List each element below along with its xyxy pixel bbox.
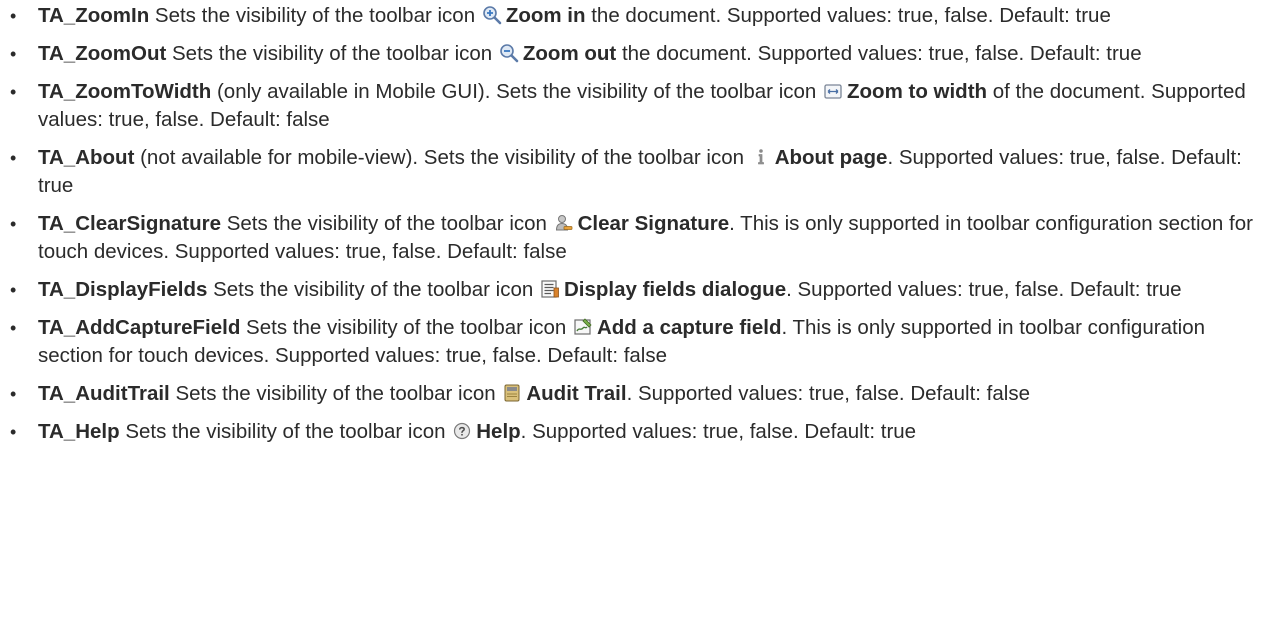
parameter-list: TA_ZoomIn Sets the visibility of the too… — [0, 2, 1262, 456]
list-item-ta-zoomtowidth: TA_ZoomToWidth (only available in Mobile… — [0, 78, 1262, 134]
zoom-out-icon — [499, 43, 519, 63]
param-name: TA_ZoomIn — [38, 4, 150, 27]
action-name: Add a capture field — [596, 316, 782, 339]
display-fields-icon — [540, 279, 560, 299]
action-name: Zoom out — [522, 42, 617, 65]
param-text: (not available for mobile-view). Sets th… — [134, 146, 750, 169]
param-name: TA_ClearSignature — [38, 212, 222, 235]
param-text: Sets the visibility of the toolbar icon — [207, 278, 539, 301]
help-icon — [452, 421, 472, 441]
list-item-ta-displayfields: TA_DisplayFields Sets the visibility of … — [0, 276, 1262, 304]
action-name: Zoom to width — [847, 80, 988, 103]
action-name: Zoom in — [505, 4, 586, 27]
zoom-to-width-icon — [823, 81, 843, 101]
action-name: Display fields dialogue — [563, 278, 787, 301]
list-item-ta-zoomout: TA_ZoomOut Sets the visibility of the to… — [0, 40, 1262, 68]
param-text: Sets the visibility of the toolbar icon — [119, 420, 452, 443]
zoom-in-icon — [482, 5, 502, 25]
param-description: . Supported values: true, false. Default… — [626, 382, 1030, 405]
param-text: (only available in Mobile GUI). Sets the… — [211, 80, 822, 103]
list-item-ta-clearsignature: TA_ClearSignature Sets the visibility of… — [0, 210, 1262, 266]
param-name: TA_AuditTrail — [38, 382, 170, 405]
param-name: TA_About — [38, 146, 135, 169]
action-name: Clear Signature — [577, 212, 730, 235]
param-name: TA_AddCaptureField — [38, 316, 241, 339]
param-description: . Supported values: true, false. Default… — [786, 278, 1182, 301]
param-description: the document. Supported values: true, fa… — [585, 4, 1111, 27]
action-name: About page — [774, 146, 888, 169]
action-name: Help — [476, 420, 521, 443]
list-item-ta-about: TA_About (not available for mobile-view)… — [0, 144, 1262, 200]
audit-trail-icon — [502, 383, 522, 403]
param-text: Sets the visibility of the toolbar icon — [166, 42, 498, 65]
param-name: TA_Help — [38, 420, 120, 443]
list-item-ta-zoomin: TA_ZoomIn Sets the visibility of the too… — [0, 2, 1262, 30]
action-name: Audit Trail — [526, 382, 627, 405]
param-text: Sets the visibility of the toolbar icon — [169, 382, 502, 405]
param-text: Sets the visibility of the toolbar icon — [221, 212, 553, 235]
list-item-ta-help: TA_Help Sets the visibility of the toolb… — [0, 418, 1262, 446]
clear-signature-icon — [554, 213, 574, 233]
list-item-ta-audittrail: TA_AuditTrail Sets the visibility of the… — [0, 380, 1262, 408]
param-description: . Supported values: true, false. Default… — [520, 420, 917, 443]
document: TA_ZoomIn Sets the visibility of the too… — [0, 0, 1270, 622]
add-capture-field-icon — [573, 317, 593, 337]
param-name: TA_ZoomOut — [38, 42, 167, 65]
param-description: the document. Supported values: true, fa… — [616, 42, 1142, 65]
param-name: TA_ZoomToWidth — [38, 80, 212, 103]
list-item-ta-addcapturefield: TA_AddCaptureField Sets the visibility o… — [0, 314, 1262, 370]
param-text: Sets the visibility of the toolbar icon — [240, 316, 572, 339]
about-icon — [751, 147, 771, 167]
param-name: TA_DisplayFields — [38, 278, 208, 301]
param-text: Sets the visibility of the toolbar icon — [149, 4, 481, 27]
